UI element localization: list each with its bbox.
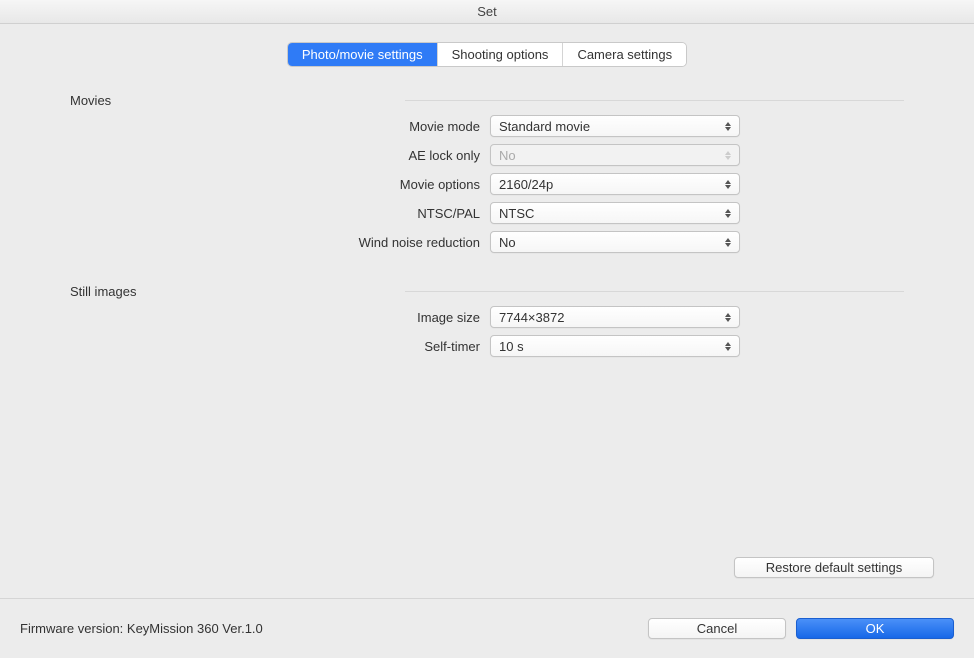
row-ae-lock-only: AE lock only No [70,144,904,166]
section-still-images-title: Still images [70,284,405,299]
settings-window: Set Photo/movie settings Shooting option… [0,0,974,658]
label-image-size: Image size [70,310,490,325]
select-ntsc-pal-value: NTSC [499,206,534,221]
label-movie-options: Movie options [70,177,490,192]
label-self-timer: Self-timer [70,339,490,354]
segmented-control: Photo/movie settings Shooting options Ca… [287,42,687,67]
select-ae-lock-only-value: No [499,148,516,163]
select-ntsc-pal[interactable]: NTSC [490,202,740,224]
section-movies-header: Movies [70,93,904,108]
label-wind-noise: Wind noise reduction [70,235,490,250]
select-wind-noise-value: No [499,235,516,250]
select-self-timer-value: 10 s [499,339,524,354]
section-still-images-header: Still images [70,284,904,299]
updown-icon [722,310,734,324]
row-movie-options: Movie options 2160/24p [70,173,904,195]
divider [405,100,904,101]
select-image-size[interactable]: 7744×3872 [490,306,740,328]
updown-icon [722,206,734,220]
footer: Firmware version: KeyMission 360 Ver.1.0… [0,598,974,658]
select-self-timer[interactable]: 10 s [490,335,740,357]
updown-icon [722,177,734,191]
ok-button[interactable]: OK [796,618,954,639]
restore-row: Restore default settings [734,557,934,578]
updown-icon [722,235,734,249]
select-movie-mode-value: Standard movie [499,119,590,134]
select-movie-options-value: 2160/24p [499,177,553,192]
tab-shooting-options[interactable]: Shooting options [438,43,564,66]
select-wind-noise[interactable]: No [490,231,740,253]
row-wind-noise: Wind noise reduction No [70,231,904,253]
select-movie-mode[interactable]: Standard movie [490,115,740,137]
label-ntsc-pal: NTSC/PAL [70,206,490,221]
window-titlebar: Set [0,0,974,24]
row-ntsc-pal: NTSC/PAL NTSC [70,202,904,224]
footer-buttons: Cancel OK [648,618,954,639]
content-panel: Movies Movie mode Standard movie AE lock… [20,77,954,586]
updown-icon [722,339,734,353]
select-image-size-value: 7744×3872 [499,310,564,325]
tabs-row: Photo/movie settings Shooting options Ca… [0,24,974,77]
divider [405,291,904,292]
firmware-version-text: Firmware version: KeyMission 360 Ver.1.0 [20,621,648,636]
section-movies-title: Movies [70,93,405,108]
updown-icon [722,119,734,133]
tab-photo-movie-settings[interactable]: Photo/movie settings [288,43,438,66]
row-movie-mode: Movie mode Standard movie [70,115,904,137]
cancel-button[interactable]: Cancel [648,618,786,639]
updown-icon [722,148,734,162]
window-title: Set [477,4,497,19]
restore-defaults-button[interactable]: Restore default settings [734,557,934,578]
label-ae-lock-only: AE lock only [70,148,490,163]
label-movie-mode: Movie mode [70,119,490,134]
tab-camera-settings[interactable]: Camera settings [563,43,686,66]
row-image-size: Image size 7744×3872 [70,306,904,328]
row-self-timer: Self-timer 10 s [70,335,904,357]
select-ae-lock-only: No [490,144,740,166]
select-movie-options[interactable]: 2160/24p [490,173,740,195]
